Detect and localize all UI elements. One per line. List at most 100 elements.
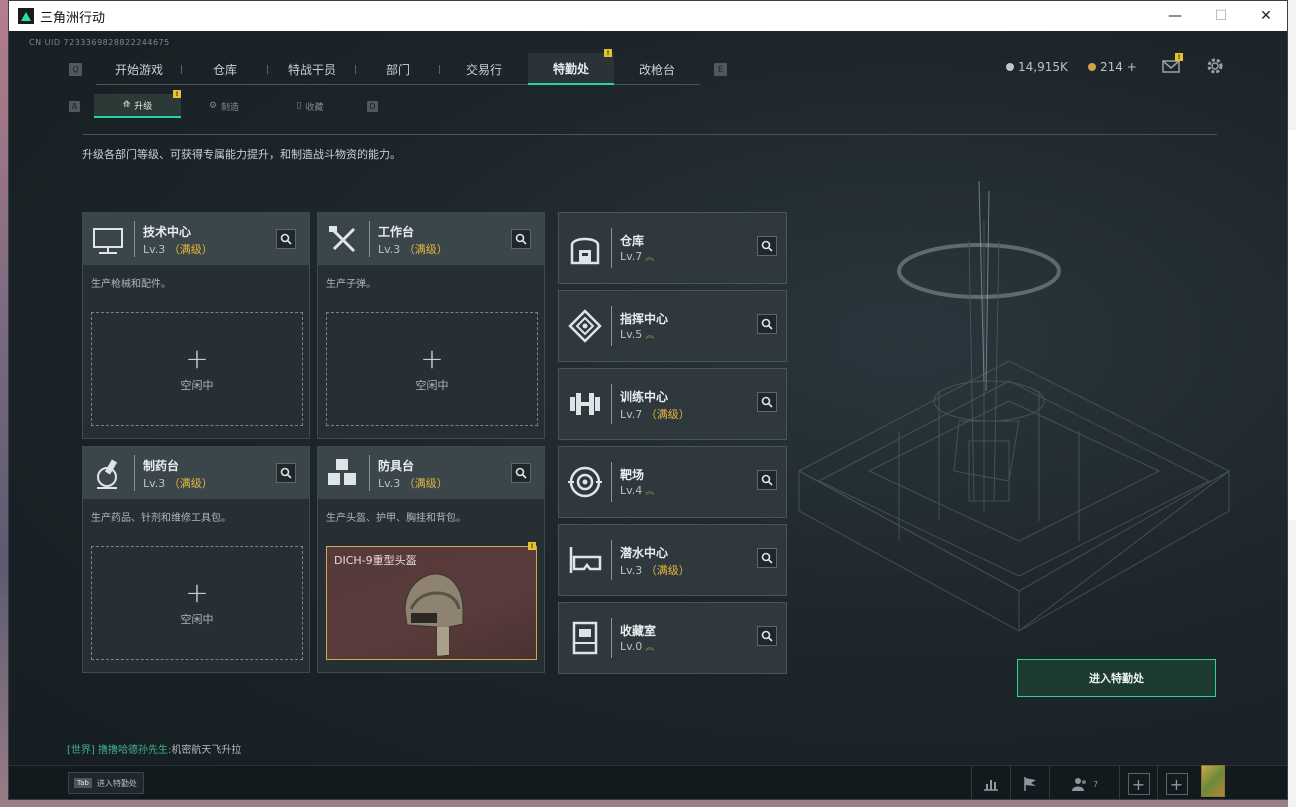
sub-nav: A ⟰ 升级 ! ⚙ 制造 ▯ 收藏 D	[69, 90, 378, 118]
coupon-display[interactable]: 214 +	[1088, 60, 1137, 74]
level-value: Lv.5	[620, 328, 643, 341]
tab-operators[interactable]: 特战干员	[268, 53, 356, 85]
add-slot-button-2[interactable]: +	[1157, 766, 1195, 799]
search-icon	[761, 474, 773, 486]
tab-shortcut-button[interactable]: Tab 进入特勤处	[68, 772, 144, 794]
inspect-button[interactable]	[757, 236, 777, 256]
flag-button[interactable]	[1010, 766, 1048, 799]
tab-warehouse[interactable]: 仓库	[182, 53, 268, 85]
facility-card-command-center[interactable]: 指挥中心 Lv.5 ︽	[558, 290, 787, 362]
target-icon	[568, 466, 602, 498]
enter-special-ops-button[interactable]: 进入特勤处	[1017, 659, 1216, 697]
craft-icon: ⚙	[208, 101, 218, 111]
upgrade-icon: ⟰	[122, 100, 131, 110]
inspect-button[interactable]	[511, 463, 531, 483]
production-slot[interactable]: + 空闲中	[326, 312, 538, 426]
coupon-amount: 214 +	[1100, 60, 1137, 74]
inspect-button[interactable]	[757, 314, 777, 334]
inspect-button[interactable]	[757, 470, 777, 490]
inspect-button[interactable]	[757, 626, 777, 646]
bar-chart-icon	[983, 780, 998, 791]
max-level-tag: （满级）	[403, 477, 448, 490]
max-level-tag: （满级）	[645, 408, 690, 421]
facility-card-diving-center[interactable]: 潜水中心 Lv.3 （满级）	[558, 524, 787, 596]
tab-department[interactable]: 部门	[356, 53, 440, 85]
facility-card-shooting-range[interactable]: 靶场 Lv.4 ︽	[558, 446, 787, 518]
tab-special-ops[interactable]: 特勤处 !	[528, 49, 614, 85]
add-icon: +	[185, 576, 209, 609]
inspect-button[interactable]	[757, 392, 777, 412]
money-display: 14,915K	[1006, 60, 1068, 74]
settings-button[interactable]	[1206, 57, 1224, 75]
mail-button[interactable]: !	[1162, 53, 1183, 74]
base-structure-illustration	[797, 181, 1231, 632]
subnav-next-key[interactable]: D	[367, 100, 378, 112]
facility-card-warehouse[interactable]: 仓库 Lv.7 ︽	[558, 212, 787, 284]
nav-prev-key[interactable]: Q	[69, 62, 82, 76]
workshop-name: 防具台	[378, 459, 415, 473]
subnav-prev-key[interactable]: A	[69, 100, 80, 112]
close-button[interactable]: ✕	[1243, 1, 1287, 31]
max-level-tag: （满级）	[645, 564, 690, 577]
workshop-level: Lv.3 （满级）	[378, 475, 448, 491]
inspect-button[interactable]	[511, 229, 531, 249]
command-center-icon	[568, 309, 602, 343]
level-value: Lv.3	[143, 477, 166, 490]
game-area: CN UID 7233369828822244675 Q 开始游戏 仓库 特战干…	[9, 31, 1287, 799]
tab-label: 改枪台	[638, 62, 675, 77]
maximize-button[interactable]: ☐	[1198, 1, 1244, 31]
search-icon	[280, 233, 292, 245]
workshop-card-tech-center[interactable]: 技术中心 Lv.3 （满级） 生产枪械和配件。 + 空闲中	[82, 212, 310, 439]
avatar[interactable]	[1201, 765, 1225, 797]
header-divider	[134, 221, 135, 257]
sub-tabs: ⟰ 升级 ! ⚙ 制造 ▯ 收藏	[94, 90, 353, 118]
add-icon: +	[185, 342, 209, 375]
workshop-card-workbench[interactable]: 工作台 Lv.3 （满级） 生产子弹。 + 空闲中	[317, 212, 545, 439]
header-divider	[134, 455, 135, 491]
app-logo-icon	[18, 8, 34, 24]
search-icon	[280, 467, 292, 479]
inspect-button[interactable]	[276, 229, 296, 249]
workshop-level: Lv.3 （满级）	[378, 241, 448, 257]
subtab-upgrade[interactable]: ⟰ 升级 !	[94, 90, 181, 118]
facility-level: Lv.5 ︽	[620, 328, 654, 341]
game-window: 三角洲行动 — ☐ ✕ CN UID 7233369828822244675 Q…	[8, 0, 1288, 800]
tab-trading[interactable]: 交易行	[440, 53, 528, 85]
add-slot-button-1[interactable]: +	[1119, 766, 1157, 799]
production-slot[interactable]: + 空闲中	[91, 546, 303, 660]
upgrade-badge: !	[173, 90, 181, 98]
facility-name: 靶场	[620, 468, 645, 482]
subtab-collection[interactable]: ▯ 收藏	[267, 94, 353, 118]
crafted-item-slot[interactable]: DICH-9重型头盔 !	[326, 542, 537, 660]
facility-level: Lv.0 ︽	[620, 640, 654, 653]
workshop-card-armor[interactable]: 防具台 Lv.3 （满级） 生产头盔、护甲、胸挂和背包。 DICH-9重型头盔 …	[317, 446, 545, 673]
user-id: CN UID 7233369828822244675	[29, 38, 170, 47]
search-icon	[761, 240, 773, 252]
search-icon	[515, 233, 527, 245]
production-slot[interactable]: + 空闲中	[91, 312, 303, 426]
nav-next-key[interactable]: E	[714, 62, 727, 76]
inspect-button[interactable]	[757, 548, 777, 568]
armor-cubes-icon	[328, 459, 356, 485]
card-divider	[611, 462, 612, 502]
inspect-button[interactable]	[276, 463, 296, 483]
search-icon	[761, 318, 773, 330]
tab-start-game[interactable]: 开始游戏	[96, 53, 182, 85]
title-bar: 三角洲行动 — ☐ ✕	[9, 1, 1287, 31]
level-value: Lv.0	[620, 640, 643, 653]
facility-card-collection-room[interactable]: 收藏室 Lv.0 ︽	[558, 602, 787, 674]
subtab-craft[interactable]: ⚙ 制造	[181, 94, 267, 118]
workshop-card-pharmacy[interactable]: 制药台 Lv.3 （满级） 生产药品、针剂和维修工具包。 + 空闲中	[82, 446, 310, 673]
friends-count: 7	[1092, 779, 1099, 789]
money-amount: 14,915K	[1018, 60, 1068, 74]
minimize-button[interactable]: —	[1152, 1, 1198, 31]
subtab-label: 制造	[221, 102, 240, 113]
stats-button[interactable]	[971, 766, 1009, 799]
slot-status: 空闲中	[415, 379, 449, 392]
main-nav: Q 开始游戏 仓库 特战干员 部门 交易行 特勤处 ! 改枪台 E	[69, 49, 727, 85]
workshop-description: 生产头盔、护甲、胸挂和背包。	[326, 513, 466, 524]
facility-card-training-center[interactable]: 训练中心 Lv.7 （满级）	[558, 368, 787, 440]
tab-gunsmith[interactable]: 改枪台	[614, 53, 700, 85]
chat-line[interactable]: [世界] 撸撸哈德孙先生:机密航天飞升拉	[67, 741, 241, 756]
friends-button[interactable]: 7	[1049, 766, 1119, 799]
